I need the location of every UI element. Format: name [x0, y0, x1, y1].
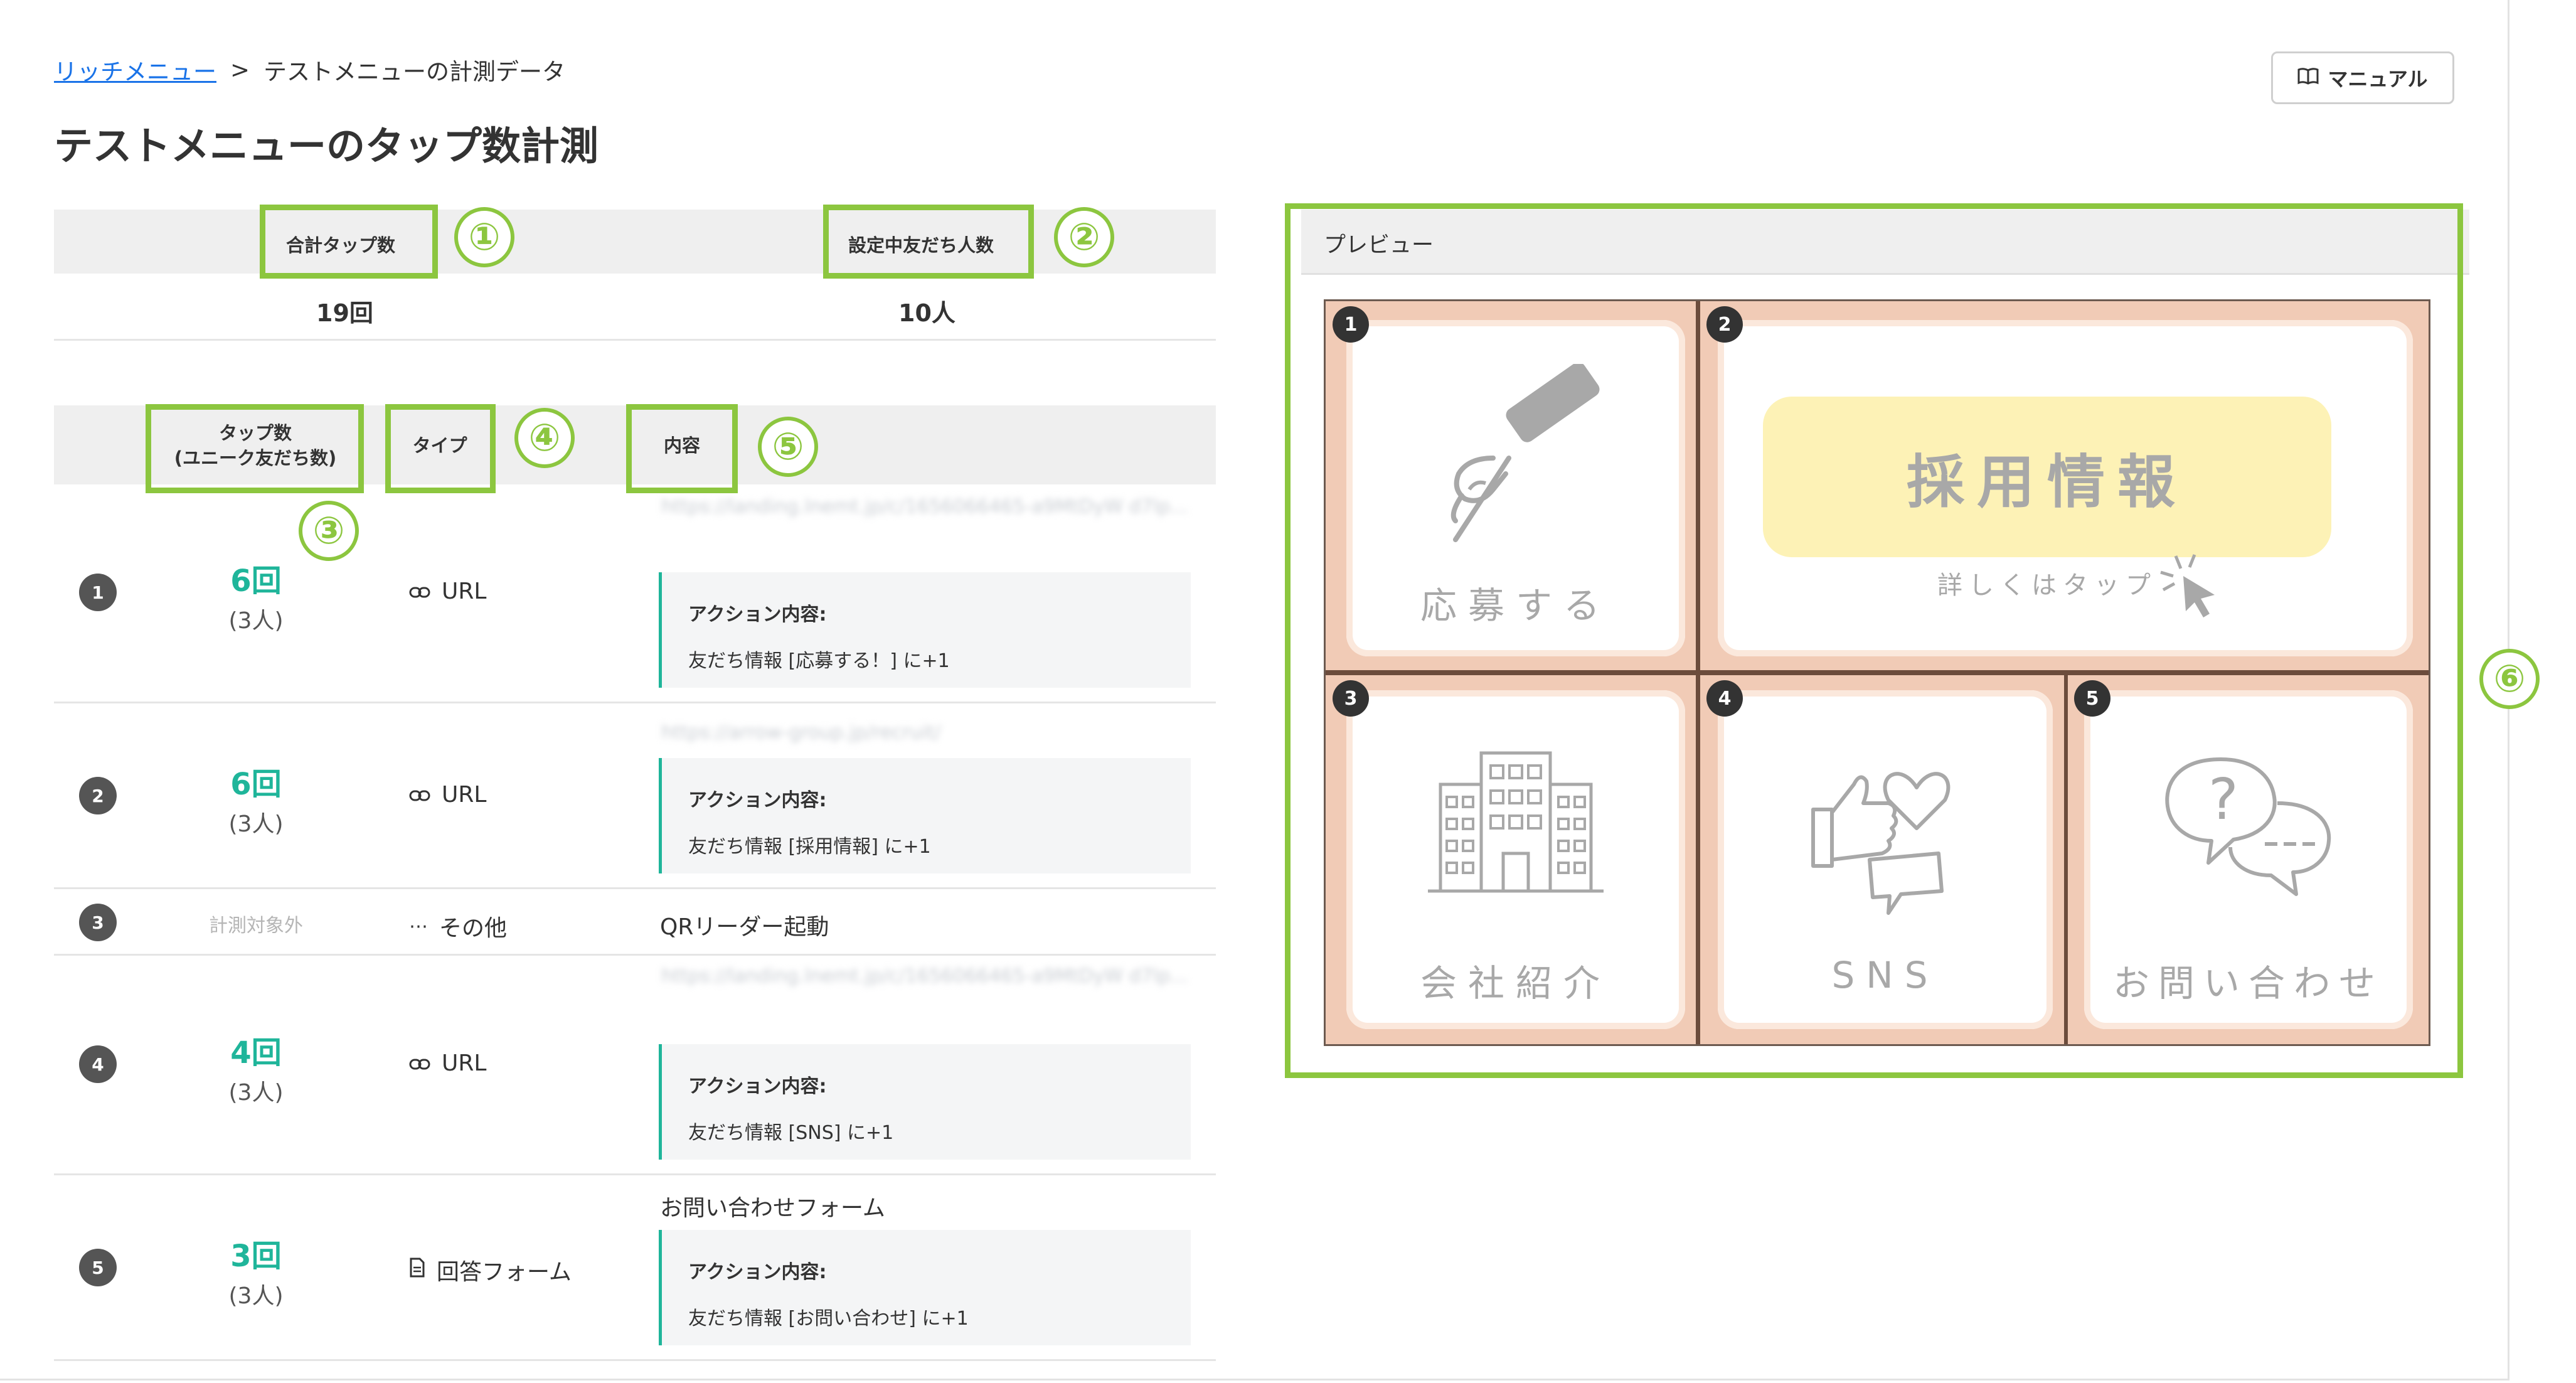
link-icon	[409, 782, 430, 808]
url-text: https://landing.lnemt.jp/c/1656066465-a9…	[661, 965, 1188, 987]
url-text: https://landing.lnemt.jp/c/1656066465-a9…	[661, 496, 1188, 518]
action-title: アクション内容:	[688, 1076, 827, 1097]
breadcrumb-separator: >	[230, 56, 250, 83]
more-icon: ⋯	[409, 915, 428, 937]
action-detail-box: アクション内容: 友だち情報 [採用情報] に+1	[659, 758, 1191, 873]
annotation-number-6: ⑥	[2479, 649, 2540, 709]
action-title: アクション内容:	[688, 789, 827, 811]
link-icon	[409, 1050, 430, 1076]
total-taps-value: 19回	[316, 299, 373, 327]
action-detail: 友だち情報 [採用情報] に+1	[688, 836, 931, 858]
content-text: QRリーダー起動	[660, 914, 829, 940]
annotation-box-2	[823, 205, 1034, 279]
action-detail: 友だち情報 [SNS] に+1	[688, 1122, 894, 1144]
manual-button-label: マニュアル	[2328, 67, 2428, 91]
row-divider	[54, 702, 1216, 703]
tap-count: 6回	[230, 767, 282, 802]
row-number: 1	[79, 574, 117, 611]
type-cell: URL	[409, 579, 486, 604]
link-icon	[409, 579, 430, 604]
annotation-number-5: ⑤	[758, 417, 818, 477]
action-detail: 友だち情報 [お問い合わせ] に+1	[688, 1308, 969, 1330]
tap-count: 6回	[230, 563, 282, 599]
type-label: 回答フォーム	[437, 1259, 572, 1285]
tap-count: 4回	[230, 1035, 282, 1071]
type-label: URL	[442, 1050, 487, 1076]
breadcrumb-current: テストメニューの計測データ	[263, 58, 566, 85]
type-label: URL	[442, 579, 487, 604]
form-icon	[409, 1258, 425, 1283]
annotation-number-2: ②	[1054, 207, 1114, 267]
tap-count: 3回	[230, 1239, 282, 1274]
action-detail-box: アクション内容: 友だち情報 [SNS] に+1	[659, 1044, 1191, 1160]
type-cell: 回答フォーム	[409, 1254, 572, 1286]
action-detail-box: アクション内容: 友だち情報 [お問い合わせ] に+1	[659, 1230, 1191, 1345]
row-number: 3	[79, 904, 117, 941]
annotation-number-4: ④	[514, 408, 575, 468]
annotation-number-1: ①	[454, 207, 514, 267]
annotation-box-6	[1285, 203, 2463, 1078]
type-cell: ⋯ その他	[409, 910, 507, 942]
url-text: https://arrow-group.jp/recruit/	[661, 722, 941, 744]
unique-friends-count: (3人)	[228, 1283, 284, 1309]
row-divider	[54, 1359, 1216, 1361]
row-number: 5	[79, 1249, 117, 1286]
row-divider	[54, 954, 1216, 956]
annotation-box-3	[146, 404, 364, 493]
action-title: アクション内容:	[688, 1261, 827, 1283]
row-number: 4	[79, 1045, 117, 1083]
divider	[54, 339, 1216, 341]
unique-friends-count: (3人)	[228, 1080, 284, 1106]
unique-friends-count: (3人)	[228, 811, 284, 837]
row-number: 2	[79, 777, 117, 814]
page-title: テストメニューのタップ数計測	[54, 123, 599, 169]
type-cell: URL	[409, 782, 486, 808]
row-divider	[54, 887, 1216, 889]
summary-header-band	[54, 210, 1216, 274]
annotation-box-5	[626, 404, 738, 493]
breadcrumb-link-rich-menu[interactable]: リッチメニュー	[54, 53, 216, 87]
book-icon	[2297, 66, 2319, 90]
row-divider	[54, 1173, 1216, 1175]
type-label: URL	[442, 782, 487, 808]
annotation-number-3: ③	[299, 501, 359, 561]
annotation-box-1	[260, 205, 438, 279]
action-detail-box: アクション内容: 友だち情報 [応募する！] に+1	[659, 572, 1191, 688]
breadcrumb: リッチメニュー > テストメニューの計測データ	[54, 53, 565, 87]
friends-count-value: 10人	[898, 299, 955, 327]
action-title: アクション内容:	[688, 604, 827, 626]
annotation-box-4	[385, 404, 496, 493]
not-measured-label: 計測対象外	[209, 915, 303, 937]
type-cell: URL	[409, 1050, 486, 1076]
type-label: その他	[439, 916, 508, 941]
unique-friends-count: (3人)	[228, 608, 284, 634]
content-text: お問い合わせフォーム	[660, 1195, 885, 1221]
action-detail: 友だち情報 [応募する！] に+1	[688, 650, 950, 672]
manual-button[interactable]: マニュアル	[2271, 51, 2454, 104]
